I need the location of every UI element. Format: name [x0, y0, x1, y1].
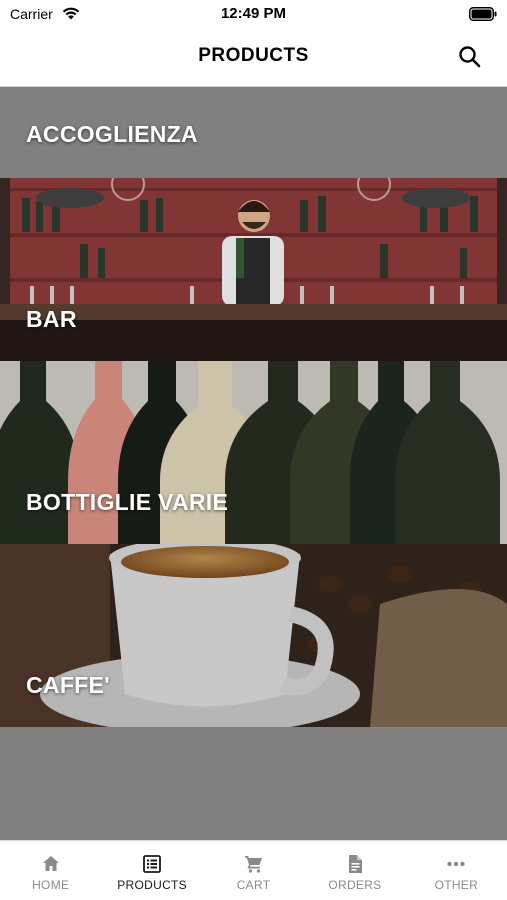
- category-caffe[interactable]: CAFFE': [0, 544, 507, 727]
- category-label: BAR: [26, 306, 77, 332]
- tab-label: ORDERS: [328, 878, 382, 892]
- category-bottiglie-varie[interactable]: BOTTIGLIE VARIE: [0, 361, 507, 544]
- bar-image: [0, 178, 507, 361]
- battery-icon: [469, 7, 497, 21]
- category-label: BOTTIGLIE VARIE: [26, 489, 229, 515]
- category-bar[interactable]: BAR: [0, 178, 507, 361]
- search-icon: [459, 46, 481, 68]
- more-icon: [447, 861, 466, 867]
- page-title: PRODUCTS: [198, 45, 309, 66]
- tab-cart[interactable]: CART: [203, 841, 304, 900]
- tab-label: PRODUCTS: [117, 878, 187, 892]
- tab-other[interactable]: OTHER: [406, 841, 507, 900]
- tab-orders[interactable]: ORDERS: [304, 841, 405, 900]
- clock-time: 12:49 PM: [220, 5, 287, 22]
- list-icon: [143, 855, 162, 873]
- cart-icon: [244, 856, 262, 873]
- category-label: CAFFE': [26, 672, 110, 698]
- document-icon: [348, 855, 362, 873]
- coffee-image: [0, 544, 507, 727]
- tab-bar: HOME PRODUCTS CART ORDERS OTHER: [0, 840, 507, 900]
- tab-label: OTHER: [434, 878, 479, 892]
- category-list: ACCOGLIENZA BAR BOTTIGLIE VARIE CAFFE': [0, 87, 507, 727]
- bottles-image: [0, 361, 507, 544]
- tab-label: HOME: [32, 878, 70, 892]
- tab-products[interactable]: PRODUCTS: [101, 841, 202, 900]
- search-button[interactable]: [457, 44, 483, 70]
- status-bar: Carrier 12:49 PM: [0, 0, 507, 30]
- screen: Carrier 12:49 PM PRODUCTS ACCOGLIENZA BA…: [0, 0, 507, 900]
- tab-label: CART: [236, 878, 271, 892]
- category-label: ACCOGLIENZA: [26, 121, 198, 147]
- home-icon: [42, 856, 59, 871]
- tab-home[interactable]: HOME: [0, 841, 101, 900]
- navigation-bar: PRODUCTS: [0, 30, 507, 87]
- category-accoglienza[interactable]: ACCOGLIENZA: [0, 87, 507, 178]
